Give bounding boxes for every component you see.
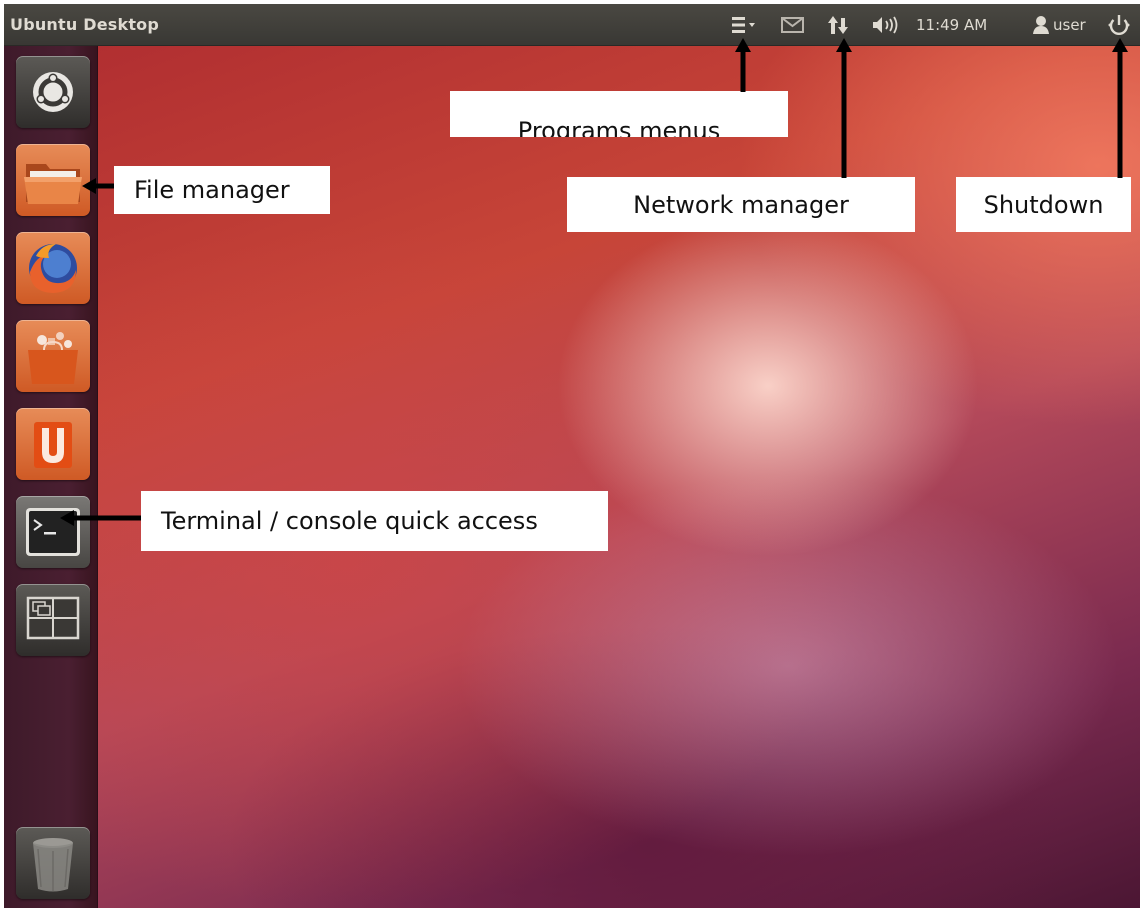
panel-title: Ubuntu Desktop (10, 15, 160, 34)
callout-terminal: Terminal / console quick access (141, 491, 608, 551)
workspaces-icon (26, 596, 80, 640)
network-icon[interactable] (826, 13, 852, 37)
volume-icon[interactable] (870, 13, 902, 37)
menu-icon[interactable] (731, 13, 759, 37)
user-name[interactable]: user (1053, 13, 1086, 37)
shopping-bag-icon (28, 332, 78, 384)
ubuntu-one-icon (34, 422, 72, 468)
clock[interactable]: 11:49 AM (916, 13, 987, 37)
callout-programs-menus: Programs menus (450, 91, 788, 137)
launcher-firefox[interactable] (16, 232, 90, 304)
desktop-screen: Ubuntu Desktop 11:49 AM user (4, 4, 1140, 908)
callout-shutdown: Shutdown (956, 177, 1131, 232)
launcher-trash[interactable] (16, 827, 90, 899)
launcher-ubuntu-one[interactable] (16, 408, 90, 480)
trash-icon (33, 838, 73, 892)
callout-file-manager: File manager (114, 166, 330, 214)
ubuntu-logo-icon (33, 72, 73, 112)
mail-icon[interactable] (780, 13, 806, 37)
terminal-icon (26, 508, 80, 556)
folder-icon (24, 164, 82, 204)
launcher-terminal[interactable] (16, 496, 90, 568)
launcher (4, 46, 98, 908)
firefox-icon (29, 244, 77, 293)
callout-network-manager: Network manager (567, 177, 915, 232)
launcher-file-manager[interactable] (16, 144, 90, 216)
top-panel: Ubuntu Desktop 11:49 AM user (4, 4, 1140, 46)
launcher-dash-home[interactable] (16, 56, 90, 128)
power-icon[interactable] (1107, 13, 1131, 37)
launcher-software-center[interactable] (16, 320, 90, 392)
user-icon[interactable] (1031, 13, 1051, 37)
launcher-workspace-switcher[interactable] (16, 584, 90, 656)
